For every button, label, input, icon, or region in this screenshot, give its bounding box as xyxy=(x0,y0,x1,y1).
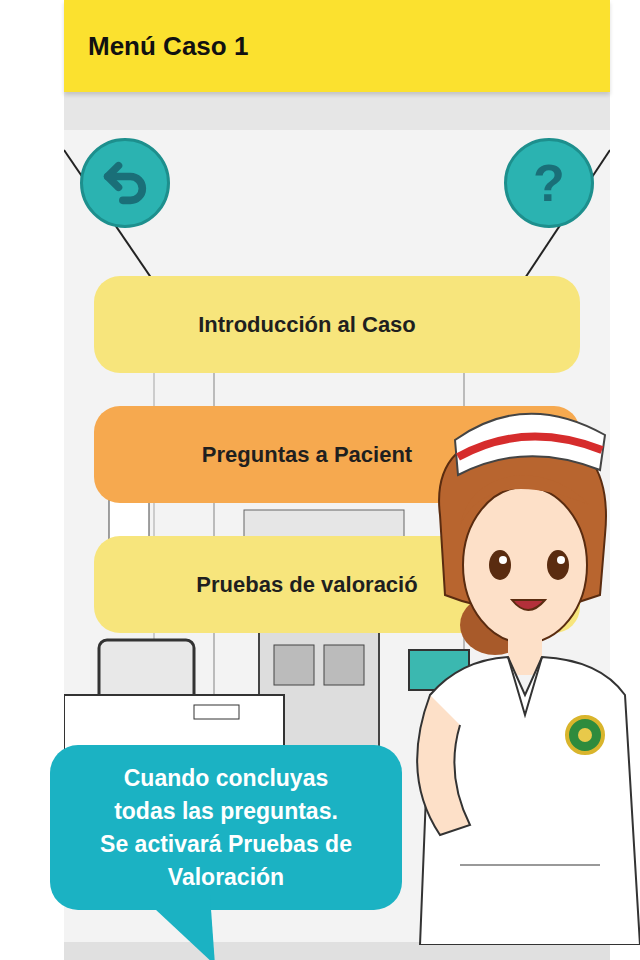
bubble-text-line: todas las preguntas. xyxy=(114,795,338,828)
header-bar: Menú Caso 1 xyxy=(64,0,610,92)
bubble-text-line: Se activará Pruebas de xyxy=(100,828,352,861)
nurse-illustration xyxy=(400,395,640,945)
header-title: Menú Caso 1 xyxy=(88,27,248,66)
bubble-text-line: Valoración xyxy=(168,861,284,894)
back-button[interactable] xyxy=(80,138,170,228)
back-arrow-icon xyxy=(99,157,151,209)
speech-bubble: Cuando concluyastodas las preguntas.Se a… xyxy=(50,745,402,910)
top-band xyxy=(64,92,610,130)
app-screen: Menú Caso 1?Introducción al CasoPregunta… xyxy=(0,0,640,960)
bubble-text-line: Cuando concluyas xyxy=(124,762,328,795)
help-button[interactable]: ? xyxy=(504,138,594,228)
menu-button[interactable]: Introducción al Caso xyxy=(94,276,580,373)
bubble-tail-icon xyxy=(140,895,230,960)
